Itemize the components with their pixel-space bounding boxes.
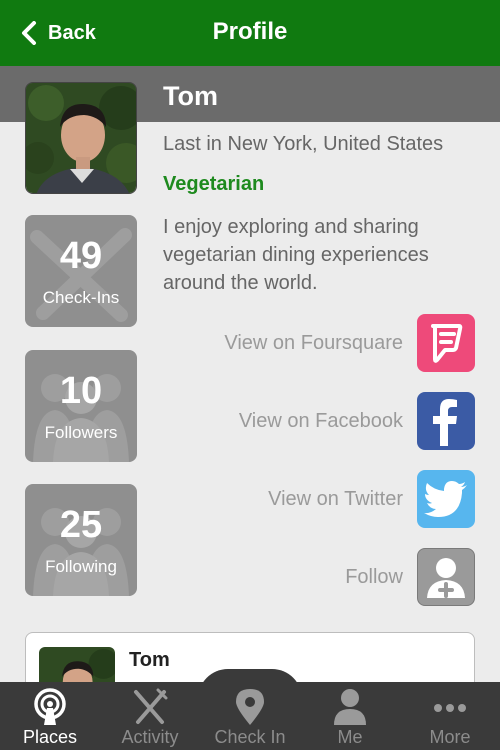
profile-avatar	[25, 82, 137, 194]
view-on-foursquare-link[interactable]: View on Foursquare	[224, 314, 475, 372]
tab-check-in[interactable]: Check In	[200, 682, 300, 750]
tab-more[interactable]: More	[400, 682, 500, 750]
facebook-link-label: View on Facebook	[238, 409, 403, 432]
tab-activity-label: Activity	[121, 727, 179, 747]
tab-more-label: More	[429, 727, 471, 747]
tab-activity[interactable]: Activity	[100, 682, 200, 750]
foursquare-icon[interactable]	[417, 314, 475, 372]
profile-location: Last in New York, United States	[163, 133, 444, 155]
profile-diet: Vegetarian	[163, 173, 265, 195]
profile-name: Tom	[163, 81, 218, 111]
stat-followers[interactable]: 10 Followers	[25, 350, 137, 462]
followers-label: Followers	[44, 423, 118, 442]
twitter-link-label: View on Twitter	[268, 487, 403, 510]
card-name: Tom	[129, 649, 170, 671]
person-icon	[334, 689, 366, 725]
follow-link-label: Follow	[345, 565, 403, 588]
profile-bio: I enjoy exploring and sharing vegetarian…	[163, 216, 429, 294]
check-ins-count: 49	[59, 235, 103, 277]
tab-me-label: Me	[337, 727, 363, 747]
twitter-icon[interactable]	[417, 470, 475, 528]
check-ins-label: Check-Ins	[42, 288, 120, 307]
view-on-facebook-link[interactable]: View on Facebook	[239, 392, 475, 450]
foursquare-link-label: View on Foursquare	[224, 331, 403, 354]
followers-count: 10	[59, 370, 103, 412]
follow-link[interactable]: Follow	[345, 548, 475, 606]
tab-places[interactable]: Places	[0, 682, 100, 750]
location-pin-icon	[236, 689, 264, 725]
facebook-icon[interactable]	[417, 392, 475, 450]
places-icon	[34, 688, 66, 725]
stat-check-ins[interactable]: 49 Check-Ins	[25, 215, 137, 327]
tab-check-in-label: Check In	[214, 727, 286, 747]
following-count: 25	[59, 504, 103, 546]
navigation-bar: Back Profile	[0, 0, 500, 66]
tab-places-label: Places	[22, 727, 78, 747]
more-dots-icon	[434, 704, 466, 712]
tab-me[interactable]: Me	[300, 682, 400, 750]
view-on-twitter-link[interactable]: View on Twitter	[268, 470, 475, 528]
fork-knife-icon	[134, 688, 168, 724]
following-label: Following	[45, 557, 117, 576]
page-title: Profile	[212, 18, 288, 45]
add-user-icon[interactable]	[417, 548, 475, 606]
stat-following[interactable]: 25 Following	[25, 484, 137, 596]
